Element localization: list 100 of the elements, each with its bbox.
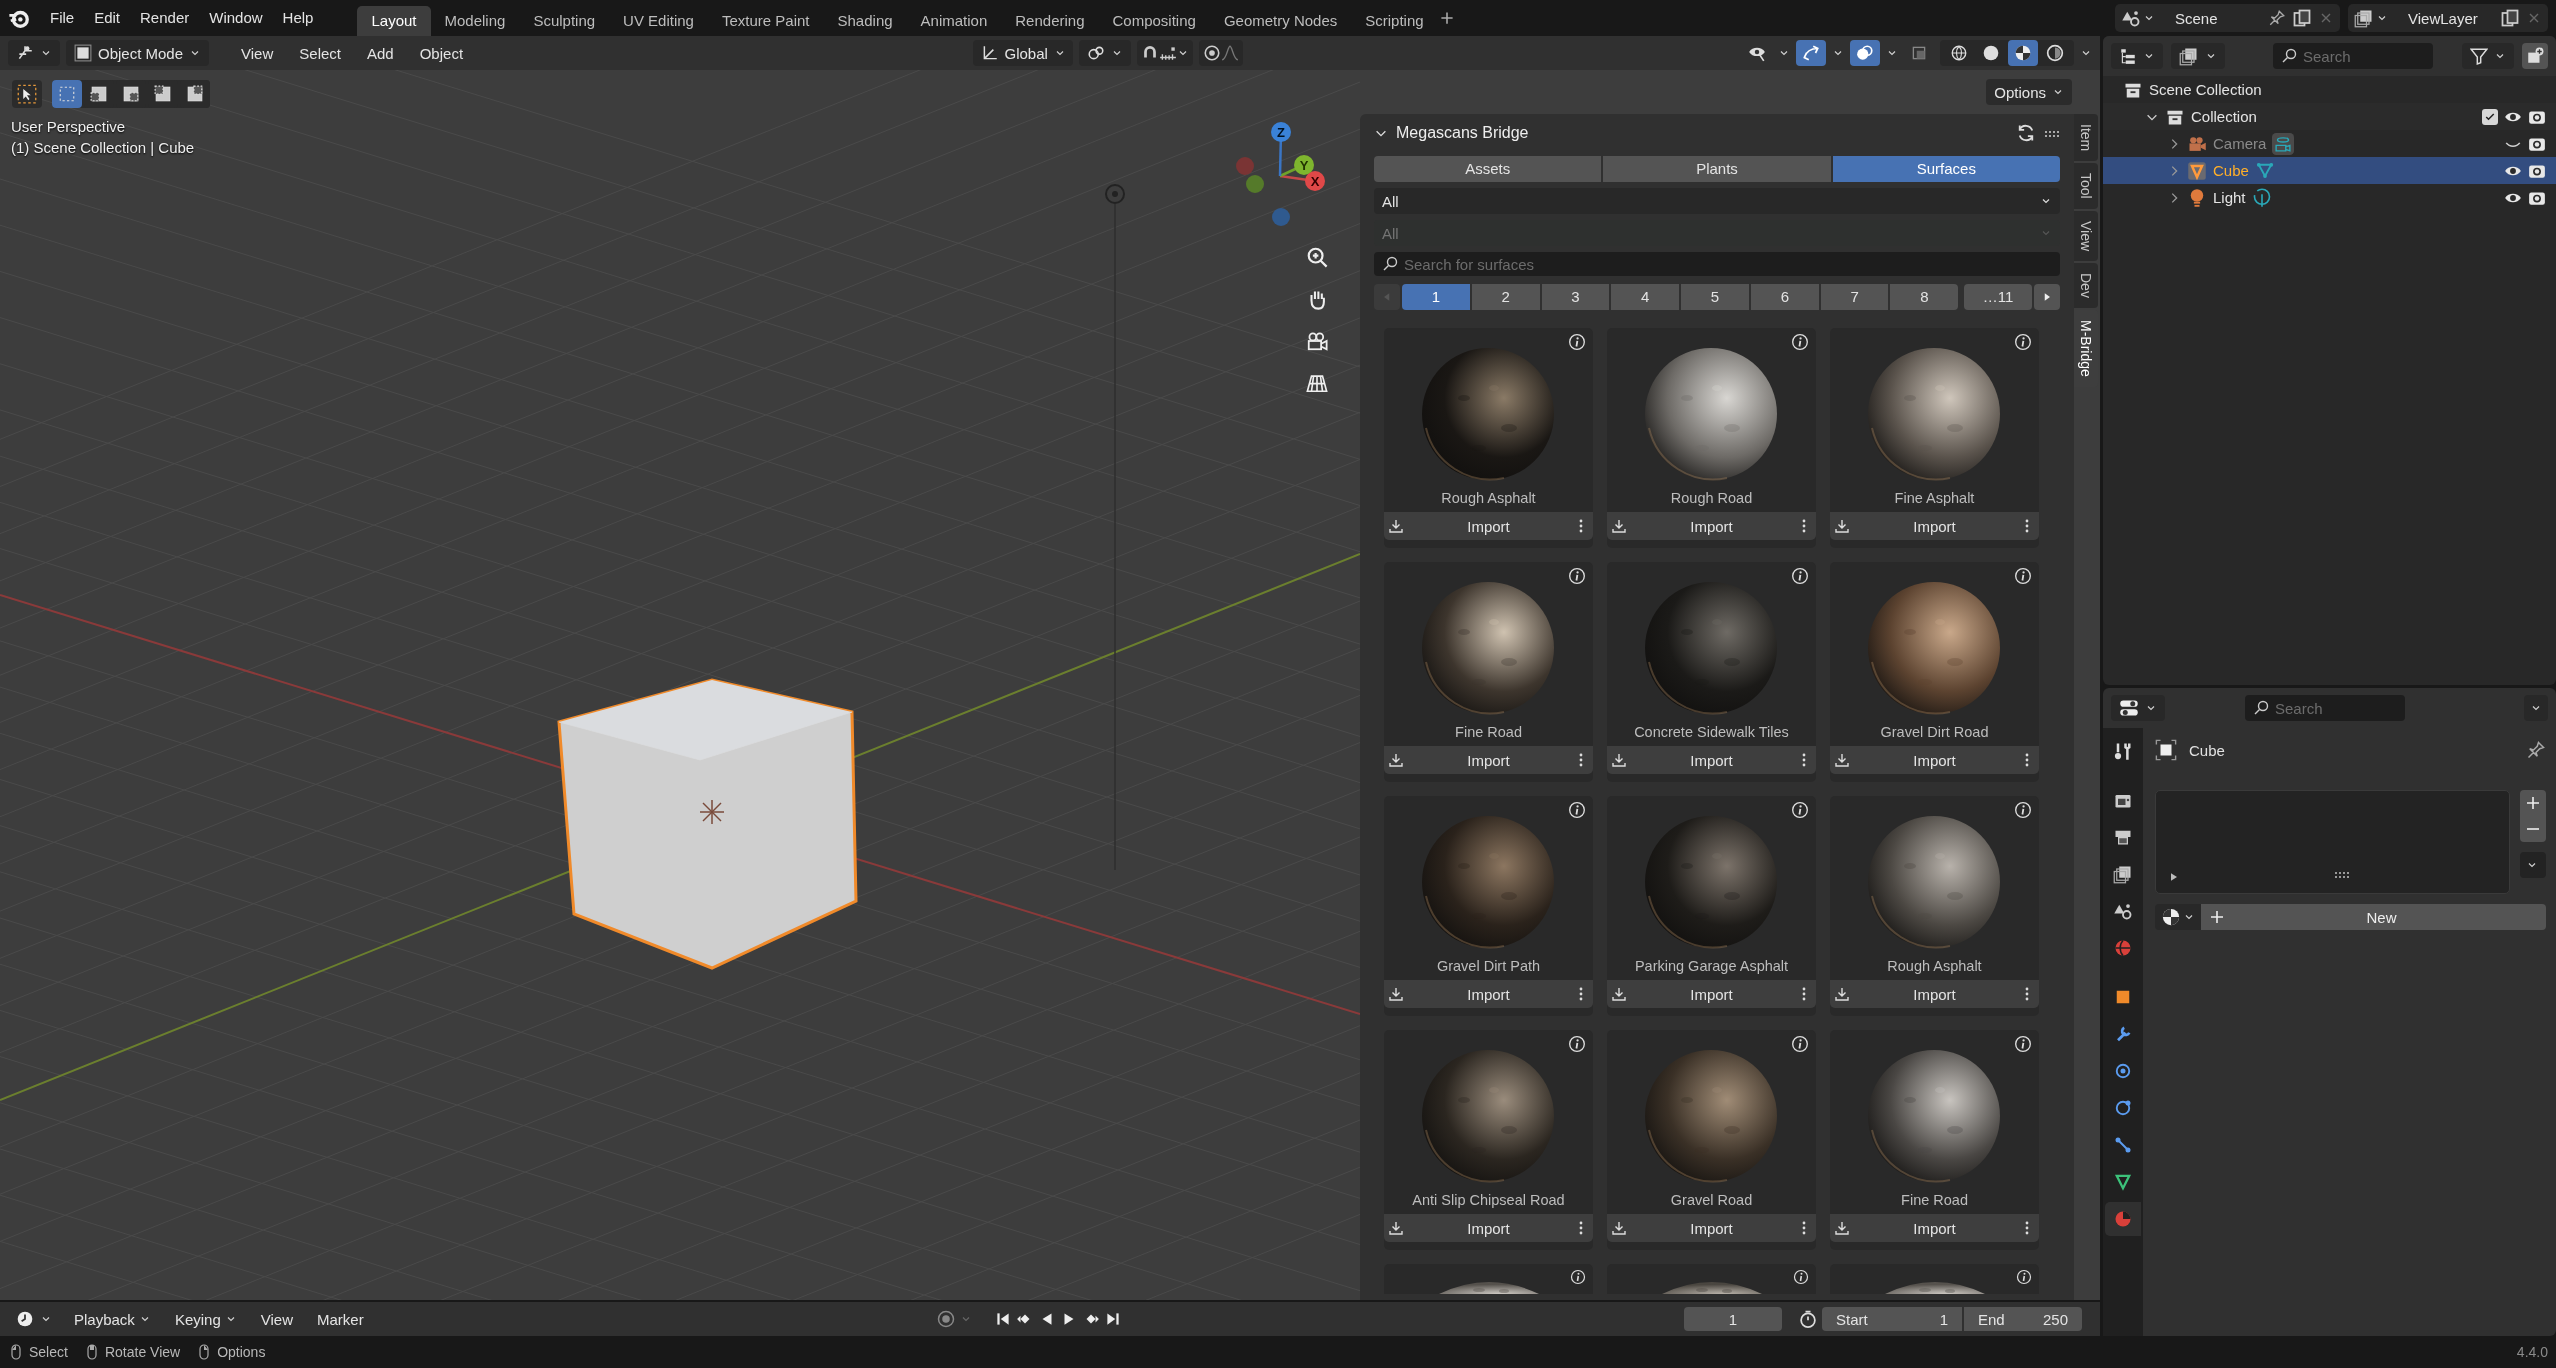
page-button[interactable]: 4 [1611, 284, 1680, 310]
workspace-tab[interactable]: Shading [823, 6, 907, 36]
outliner-label: Light [2213, 189, 2246, 206]
material-name: Rough Road [1669, 489, 1754, 508]
material-name: Parking Garage Asphalt [1633, 957, 1790, 976]
category-tab[interactable]: Surfaces [1832, 156, 2060, 182]
field-label: End [1978, 1310, 2006, 1328]
material-card[interactable]: Rough Asphalt Import [1384, 328, 1593, 548]
status-hint: Select [29, 1344, 68, 1360]
sidebar-tab[interactable]: Tool [2074, 163, 2098, 209]
page-button[interactable]: 2 [1471, 284, 1540, 310]
material-card[interactable]: Concrete Sidewalk Tiles Import [1607, 562, 1816, 782]
workspace-tab[interactable]: Scripting [1351, 6, 1438, 36]
view-layer-name: ViewLayer [2407, 9, 2479, 27]
menu-item[interactable]: Render [130, 4, 200, 32]
sidebar-tab[interactable]: Item [2074, 114, 2098, 162]
workspace-tab[interactable]: Layout [357, 6, 431, 36]
outliner-label: Cube [2213, 162, 2249, 179]
workspace-tab[interactable]: Rendering [1001, 6, 1099, 36]
material-card[interactable]: Gravel Road Import [1607, 1030, 1816, 1250]
material-card[interactable]: Fine Road Import [1830, 1030, 2039, 1250]
material-card[interactable]: Anti Slip Chipseal Road Import [1384, 1030, 1593, 1250]
page-button[interactable]: 5 [1681, 284, 1749, 310]
menu-item[interactable]: Playback [64, 1310, 161, 1328]
material-card[interactable]: Parking Garage Asphalt Import [1607, 796, 1816, 1016]
menu-item[interactable]: Select [289, 44, 351, 62]
material-name: Fine Road [1454, 723, 1523, 742]
menu-item[interactable]: Keying [164, 1310, 247, 1328]
field-label: Start [1836, 1310, 1869, 1328]
search-field[interactable]: Search [2273, 43, 2433, 69]
menu-item[interactable]: Add [357, 44, 404, 62]
material-card[interactable]: Rough Asphalt Import [1830, 796, 2039, 1016]
search-field[interactable]: Search [2245, 695, 2405, 721]
material-card[interactable]: Gravel Dirt Path Import [1384, 796, 1593, 1016]
page-button[interactable]: 7 [1820, 284, 1889, 310]
menu-item[interactable]: Window [199, 4, 273, 32]
scene-selector[interactable]: Scene [2115, 4, 2340, 32]
status-hint: Options [217, 1344, 266, 1360]
material-card[interactable]: Gravel Dirt Road Import [1830, 562, 2039, 782]
outliner-label: Camera [2213, 135, 2267, 152]
menu-item[interactable]: Help [272, 4, 324, 32]
workspace-tab[interactable]: Texture Paint [707, 6, 824, 36]
workspace-tab[interactable]: Geometry Nodes [1209, 6, 1352, 36]
material-card[interactable]: Rough Road Import [1607, 328, 1816, 548]
current-frame-field[interactable]: 1 [1684, 1307, 1782, 1331]
menu-item[interactable]: File [40, 4, 85, 32]
material-name: Concrete Sidewalk Tiles [1633, 723, 1790, 742]
material-name: Gravel Dirt Path [1435, 957, 1542, 976]
viewport-info-text: User Perspective [11, 118, 127, 135]
outliner-label: Collection [2191, 108, 2257, 125]
category-tab[interactable]: Plants [1603, 156, 1831, 182]
sidebar-tab[interactable]: Dev [2074, 263, 2098, 308]
workspace-tab[interactable]: Sculpting [519, 6, 610, 36]
field-value: 1 [1939, 1310, 1948, 1328]
page-button[interactable]: 8 [1890, 284, 1959, 310]
version-label: 4.4.0 [2516, 1344, 2548, 1360]
menu-item[interactable]: View [231, 44, 284, 62]
mode-dropdown[interactable]: Object Mode [66, 40, 210, 66]
workspace-tab[interactable]: Animation [906, 6, 1002, 36]
workspace-tab[interactable]: Compositing [1098, 6, 1210, 36]
material-name: Gravel Dirt Road [1879, 723, 1990, 742]
material-name: Anti Slip Chipseal Road [1411, 1191, 1566, 1210]
page-button[interactable]: 6 [1750, 284, 1819, 310]
orientation-dropdown[interactable]: Global [972, 40, 1073, 66]
page-button[interactable]: 1 [1402, 284, 1470, 310]
status-hint: Rotate View [104, 1344, 181, 1360]
material-card[interactable]: Fine Asphalt Import [1830, 328, 2039, 548]
panel-title[interactable]: Megascans Bridge [1396, 124, 2008, 142]
field-value: 250 [2043, 1310, 2068, 1328]
menu-item[interactable]: Object [409, 44, 474, 62]
outliner-row[interactable]: Scene Collection [2103, 76, 2556, 103]
category-tab[interactable]: Assets [1374, 156, 1602, 182]
options-dropdown[interactable]: Options [1986, 79, 2072, 105]
outliner-row[interactable]: Camera [2103, 130, 2556, 157]
material-name: Rough Asphalt [1886, 957, 1983, 976]
workspace-tab[interactable]: UV Editing [609, 6, 708, 36]
scene-name: Scene [2174, 9, 2219, 27]
page-button[interactable]: 3 [1541, 284, 1610, 310]
search-field[interactable]: Search for surfaces [1374, 252, 2060, 276]
sidebar-tab[interactable]: View [2074, 210, 2098, 261]
outliner-row[interactable]: Cube [2103, 157, 2556, 184]
view-layer-selector[interactable]: ViewLayer [2348, 4, 2548, 32]
viewport-info-text: (1) Scene Collection | Cube [11, 139, 195, 156]
menu-item[interactable]: View [250, 1310, 303, 1328]
start-frame-field[interactable]: Start 1 [1822, 1307, 1962, 1331]
menu-item[interactable]: Marker [307, 1310, 374, 1328]
page-button[interactable]: …11 [1964, 284, 2033, 310]
material-name: Fine Asphalt [1893, 489, 1976, 508]
new-material-button[interactable]: New [2201, 904, 2546, 930]
end-frame-field[interactable]: End 250 [1964, 1307, 2082, 1331]
material-name: Fine Road [1900, 1191, 1969, 1210]
menu-item[interactable]: Edit [84, 4, 131, 32]
material-card[interactable]: Fine Road Import [1384, 562, 1593, 782]
outliner-row[interactable]: Light [2103, 184, 2556, 211]
filter-dropdown[interactable]: All [1374, 188, 2060, 214]
material-name: Gravel Road [1669, 1191, 1754, 1210]
axis-gizmo[interactable]: X Y Z [1225, 110, 1345, 235]
object-name: Cube [2189, 741, 2226, 759]
workspace-tab[interactable]: Modeling [430, 6, 520, 36]
material-name: Rough Asphalt [1440, 489, 1537, 508]
